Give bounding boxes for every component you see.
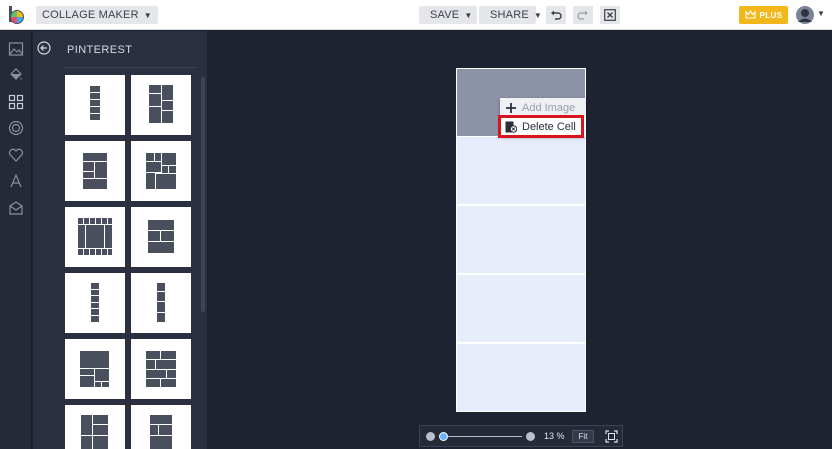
shape-icon[interactable] xyxy=(8,200,24,216)
plus-icon xyxy=(506,102,516,113)
share-label: SHARE xyxy=(490,9,529,21)
add-image-label: Add Image xyxy=(522,101,576,114)
layout-thumbnail[interactable] xyxy=(65,273,125,333)
zoom-out-icon[interactable] xyxy=(426,432,435,441)
layout-thumbnail[interactable] xyxy=(65,405,125,449)
layout-thumbnail[interactable] xyxy=(131,273,191,333)
tool-rail xyxy=(0,31,32,449)
save-label: SAVE xyxy=(430,9,460,21)
plus-label: PLUS xyxy=(759,10,783,20)
share-button[interactable]: SHARE ▼ xyxy=(479,6,542,24)
close-icon xyxy=(604,9,616,21)
zoom-in-icon[interactable] xyxy=(526,432,535,441)
circle-icon[interactable] xyxy=(8,120,24,136)
heart-icon[interactable] xyxy=(8,147,24,163)
crown-icon xyxy=(744,10,756,19)
undo-icon xyxy=(551,10,562,20)
back-arrow-icon[interactable] xyxy=(37,41,51,55)
collage-cell[interactable] xyxy=(457,137,585,204)
chevron-down-icon: ▼ xyxy=(143,10,152,20)
layout-thumbnail[interactable] xyxy=(131,339,191,399)
chevron-down-icon[interactable]: ▼ xyxy=(817,9,825,18)
plus-upgrade-button[interactable]: PLUS xyxy=(739,6,788,24)
chevron-down-icon: ▼ xyxy=(533,10,542,20)
undo-button[interactable] xyxy=(546,6,566,24)
layout-thumbnail[interactable] xyxy=(65,75,125,135)
layouts-panel: PINTEREST xyxy=(33,31,207,449)
layout-thumbnail[interactable] xyxy=(131,141,191,201)
save-button[interactable]: SAVE ▼ xyxy=(419,6,477,24)
divider xyxy=(63,67,197,68)
cell-context-menu: Add Image Delete Cell xyxy=(500,98,586,137)
paint-bucket-icon[interactable] xyxy=(8,67,24,83)
redo-icon xyxy=(577,10,588,20)
collage-cell[interactable] xyxy=(457,206,585,273)
add-image-menu-item[interactable]: Add Image xyxy=(500,98,586,117)
layout-thumbnail[interactable] xyxy=(65,339,125,399)
delete-cell-menu-item[interactable]: Delete Cell xyxy=(500,117,586,136)
layout-thumbnail[interactable] xyxy=(65,141,125,201)
text-icon[interactable] xyxy=(8,173,24,189)
layout-thumbnail[interactable] xyxy=(65,207,125,267)
avatar[interactable] xyxy=(796,5,814,25)
layout-thumbnail[interactable] xyxy=(131,75,191,135)
top-toolbar: COLLAGE MAKER ▼ SAVE ▼ SHARE ▼ PLUS ▼ xyxy=(0,0,832,30)
app-mode-label: COLLAGE MAKER xyxy=(42,9,139,21)
logo-icon[interactable] xyxy=(7,5,25,25)
redo-button[interactable] xyxy=(573,6,593,24)
app-mode-dropdown[interactable]: COLLAGE MAKER ▼ xyxy=(36,6,158,24)
layout-thumbnail[interactable] xyxy=(131,207,191,267)
delete-cell-label: Delete Cell xyxy=(522,120,576,133)
panel-title: PINTEREST xyxy=(67,44,133,56)
collage-cell[interactable] xyxy=(457,275,585,342)
zoom-slider-track[interactable] xyxy=(442,436,522,437)
fit-button[interactable]: Fit xyxy=(572,430,594,443)
layout-thumbnail[interactable] xyxy=(131,405,191,449)
chevron-down-icon: ▼ xyxy=(464,10,473,20)
panel-scrollbar[interactable] xyxy=(201,77,205,312)
layout-grid-icon[interactable] xyxy=(8,94,24,110)
zoom-slider-handle[interactable] xyxy=(439,432,448,441)
zoom-bar: 13 % Fit xyxy=(419,425,623,447)
collage-cell[interactable] xyxy=(457,344,585,411)
zoom-percent: 13 % xyxy=(544,431,565,441)
image-icon[interactable] xyxy=(8,41,24,57)
delete-cell-icon xyxy=(505,121,517,133)
close-button[interactable] xyxy=(600,6,620,24)
fullscreen-icon[interactable] xyxy=(605,430,618,443)
